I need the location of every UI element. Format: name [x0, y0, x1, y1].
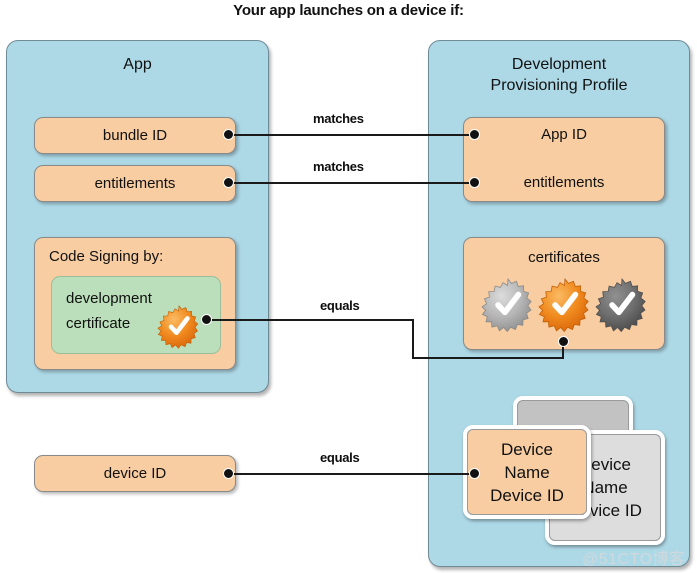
check-badge-orange-selected-icon	[538, 278, 591, 333]
app-bundle-id-label: bundle ID	[102, 127, 168, 144]
connector-entitlements-line	[228, 182, 474, 184]
profile-entitlements-label: entitlements	[523, 174, 605, 191]
profile-panel-title-line2: Provisioning Profile	[490, 77, 628, 94]
device-id-box[interactable]: device ID	[34, 455, 236, 492]
device-id-label: device ID	[103, 465, 167, 482]
device-card-front[interactable]: Device Name Device ID	[463, 425, 591, 519]
connector-certificate-dot-right	[558, 336, 569, 347]
check-badge-light-gray-icon	[481, 278, 534, 333]
device-card-front-line2: Name	[504, 462, 550, 482]
app-entitlements-label: entitlements	[94, 175, 176, 192]
profile-appid-entitlements-box[interactable]: App ID entitlements	[463, 117, 665, 202]
connector-certificate-label: equals	[320, 298, 360, 313]
connector-entitlements-dot-right	[469, 177, 480, 188]
app-bundle-id-box[interactable]: bundle ID	[34, 117, 236, 154]
app-code-signing-label: Code Signing by:	[49, 248, 164, 265]
connector-certificate-dot-left	[201, 314, 212, 325]
app-development-certificate-box[interactable]: development certificate	[51, 276, 221, 354]
device-card-front-line3: Device ID	[490, 485, 564, 505]
profile-app-id-label: App ID	[541, 126, 587, 143]
app-entitlements-box[interactable]: entitlements	[34, 165, 236, 202]
connector-deviceid-label: equals	[320, 450, 360, 465]
profile-certificates-box[interactable]: certificates	[463, 237, 665, 350]
connector-bundle-to-appid-dot-right	[469, 129, 480, 140]
connector-certificate-segment-vertical-1	[412, 319, 414, 359]
connector-deviceid-dot-right	[469, 468, 480, 479]
profile-certificates-label: certificates	[528, 249, 600, 266]
connector-entitlements-label: matches	[313, 159, 364, 174]
watermark: @51CTO博客	[582, 551, 686, 568]
connector-bundle-to-appid-line	[228, 134, 474, 136]
app-code-signing-box: Code Signing by: development certificate	[34, 237, 236, 370]
check-badge-orange-icon	[157, 305, 200, 349]
connector-bundle-to-appid-label: matches	[313, 111, 364, 126]
device-card-front-line1: Device	[501, 439, 553, 459]
connector-certificate-segment-top	[206, 319, 414, 321]
profile-panel-title-line1: Development	[511, 56, 607, 73]
diagram-title: Your app launches on a device if:	[233, 2, 464, 19]
connector-entitlements-dot-left	[223, 177, 234, 188]
app-panel-title: App	[123, 56, 152, 73]
connector-deviceid-line	[228, 473, 474, 475]
connector-deviceid-dot-left	[223, 468, 234, 479]
connector-bundle-to-appid-dot-left	[223, 129, 234, 140]
check-badge-dark-gray-icon	[595, 278, 648, 333]
connector-certificate-segment-bottom	[412, 357, 564, 359]
diagram-canvas: Your app launches on a device if: App bu…	[0, 0, 697, 573]
device-card-front-label: Device Name Device ID	[467, 429, 587, 515]
